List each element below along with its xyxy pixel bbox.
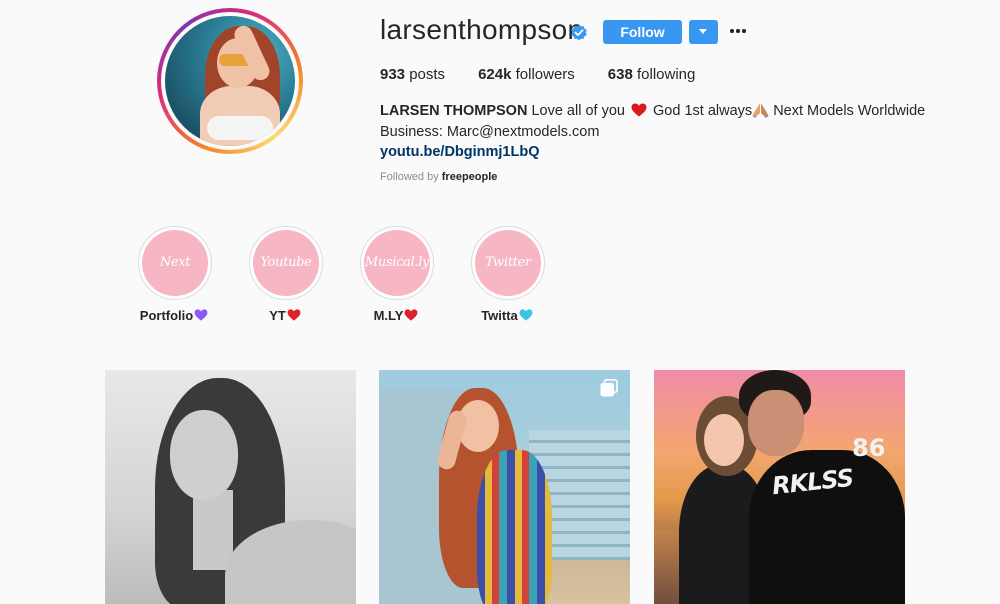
- stat-following[interactable]: 638 following: [608, 66, 696, 83]
- highlight-cover-text: Next models: [142, 230, 208, 296]
- highlight-label: M.LY: [359, 308, 435, 323]
- highlight-label-text: Portfolio: [139, 308, 194, 323]
- highlight-cover-text: Musical.ly: [364, 230, 430, 296]
- stat-posts: 933 posts: [380, 66, 445, 83]
- stat-following-value: 638: [607, 66, 633, 83]
- post-1-face: [170, 410, 238, 500]
- dot-3: [742, 29, 746, 33]
- post-3-girl-face: [704, 414, 744, 466]
- avatar-top: [207, 116, 273, 140]
- post-thumbnail-1[interactable]: [105, 370, 356, 604]
- highlight-portfolio[interactable]: Next models Portfolio: [137, 226, 213, 323]
- bio-full-name: LARSEN THOMPSON: [380, 103, 528, 119]
- post-thumbnail-3[interactable]: RKLSS 86: [654, 370, 905, 604]
- highlight-label: YT: [248, 308, 324, 323]
- highlight-twitta[interactable]: Twitter Twitta: [470, 226, 546, 323]
- bio-text-3: Next Models Worldwide: [773, 103, 926, 119]
- chevron-down-icon: [699, 29, 707, 34]
- bio-text-1: Love all of you: [531, 103, 625, 119]
- highlight-cover-text: Twitter: [475, 230, 541, 296]
- stat-followers-value: 624k: [478, 66, 512, 83]
- stat-followers[interactable]: 624k followers: [478, 66, 575, 83]
- profile-bio: LARSEN THOMPSON Love all of you God 1st …: [380, 101, 940, 163]
- praying-hands-icon: [752, 103, 769, 118]
- highlight-cover: Next models: [138, 226, 212, 300]
- more-options-icon[interactable]: [728, 18, 748, 42]
- followed-by-user[interactable]: freepeople: [442, 171, 498, 183]
- avatar-image: [165, 16, 295, 146]
- dot-1: [730, 29, 734, 33]
- bio-line-1: LARSEN THOMPSON Love all of you God 1st …: [380, 101, 940, 122]
- followed-by-prefix: Followed by: [380, 171, 439, 183]
- highlight-label-text: M.LY: [373, 308, 404, 323]
- post-2-swimsuit: [477, 450, 552, 604]
- post-3-boy-face: [748, 390, 804, 456]
- highlight-mly[interactable]: Musical.ly M.LY: [359, 226, 435, 323]
- avatar-border: [161, 12, 299, 150]
- red-heart-icon: [631, 103, 647, 117]
- highlight-label-text: YT: [269, 308, 286, 323]
- highlight-yt[interactable]: Youtube YT: [248, 226, 324, 323]
- post-3-shirt-number: 86: [852, 434, 886, 462]
- bio-text-2: God 1st always: [653, 103, 753, 119]
- suggested-dropdown-button[interactable]: [689, 20, 718, 44]
- blue-heart-icon: [519, 309, 533, 321]
- highlight-cover: Youtube: [249, 226, 323, 300]
- highlight-label: Portfolio: [137, 308, 213, 323]
- stat-posts-label: posts: [409, 66, 446, 83]
- post-thumbnail-2[interactable]: [379, 370, 630, 604]
- profile-stats: 933 posts 624k followers 638 following: [380, 66, 728, 83]
- red-heart-icon: [287, 309, 301, 321]
- verified-badge-icon: [571, 24, 587, 41]
- red-heart-icon: [404, 309, 418, 321]
- follow-button[interactable]: Follow: [603, 20, 682, 44]
- bio-line-2: Business: Marc@nextmodels.com: [380, 123, 600, 140]
- stat-followers-label: followers: [515, 66, 575, 83]
- highlight-label: Twitta: [470, 308, 546, 323]
- profile-username: larsenthompson: [380, 14, 584, 45]
- highlight-cover: Musical.ly: [360, 226, 434, 300]
- carousel-multiple-icon: [600, 379, 618, 397]
- highlight-cover: Twitter: [471, 226, 545, 300]
- profile-avatar[interactable]: [157, 8, 303, 154]
- highlight-label-text: Twitta: [481, 308, 518, 323]
- bio-website-link[interactable]: youtu.be/Dbginmj1LbQ: [380, 142, 940, 163]
- dot-2: [736, 29, 740, 33]
- followed-by: Followed by freepeople: [380, 171, 497, 183]
- stat-following-label: following: [637, 66, 696, 83]
- purple-heart-icon: [194, 309, 208, 321]
- stat-posts-value: 933: [380, 66, 406, 83]
- highlight-cover-text: Youtube: [253, 230, 319, 296]
- post-1-neck: [193, 490, 233, 570]
